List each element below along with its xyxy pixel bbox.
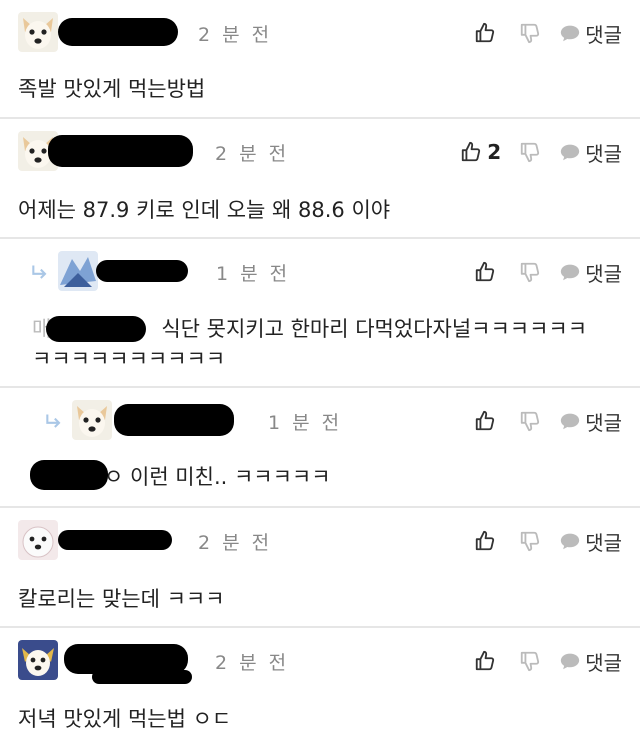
thumbs-up-icon [474,410,496,432]
like-button[interactable] [474,530,501,552]
username-redacted [58,530,172,550]
dislike-button[interactable] [519,141,541,163]
like-button[interactable] [474,650,501,672]
comment-text: 칼로리는 맞는데 ㅋㅋㅋ [18,587,225,611]
reply-button[interactable]: 댓글 [559,407,622,436]
reply-label: 댓글 [585,261,622,286]
reply-arrow-icon [44,412,64,432]
reply-label: 댓글 [585,530,622,555]
comment-item: 2 분 전 댓글 칼로리는 맞는데 ㅋㅋㅋ [0,508,640,628]
username-redacted [58,18,178,46]
dislike-button[interactable] [519,530,541,552]
avatar[interactable] [72,400,112,440]
reply-arrow-icon [30,263,50,283]
like-count: 2 [487,140,502,164]
thumbs-down-icon [519,141,541,163]
timestamp: 1 분 전 [268,412,343,434]
reply-label: 댓글 [585,141,622,166]
comment-text-line2: ㅋㅋㅋㅋㅋㅋㅋㅋㅋㅋ [32,347,226,371]
thumbs-up-icon [474,261,496,283]
speech-bubble-icon [559,261,581,283]
comment-text: 어제는 87.9 키로 인데 오늘 왜 88.6 이야 [18,198,391,222]
dislike-button[interactable] [519,650,541,672]
text-redaction [30,460,108,490]
timestamp: 1 분 전 [216,263,291,285]
reply-label: 댓글 [585,410,622,435]
speech-bubble-icon [559,530,581,552]
thumbs-up-icon [474,650,496,672]
reply-label: 댓글 [585,650,622,675]
reply-label: 댓글 [585,22,622,47]
speech-bubble-icon [559,141,581,163]
thumbs-down-icon [519,22,541,44]
timestamp: 2 분 전 [215,143,290,165]
username-redacted [96,260,188,282]
thumbs-down-icon [519,530,541,552]
reply-button[interactable]: 댓글 [559,647,622,676]
comment-text-line1: 식단 못지키고 한마리 다먹었다자널ㅋㅋㅋㅋㅋㅋ [161,317,588,341]
thumbs-up-icon [474,22,496,44]
comment-item: 2 분 전 2 댓글 어제는 87.9 키로 인데 오늘 왜 88.6 이야 [0,119,640,239]
thumbs-down-icon [519,410,541,432]
reply-button[interactable]: 댓글 [559,19,622,48]
reply-button[interactable]: 댓글 [559,258,622,287]
thumbs-down-icon [519,261,541,283]
timestamp: 2 분 전 [198,24,273,46]
username-redacted [92,670,192,684]
comment-text: ㅇ 이런 미친.. ㅋㅋㅋㅋㅋ [104,465,331,489]
text-redaction [46,316,146,342]
speech-bubble-icon [559,22,581,44]
dislike-button[interactable] [519,261,541,283]
avatar[interactable] [18,640,58,680]
comment-text: 저녁 맛있게 먹는법 ㅇㄷ [18,707,232,731]
speech-bubble-icon [559,650,581,672]
reply-button[interactable]: 댓글 [559,527,622,556]
username-redacted [48,135,193,167]
dislike-button[interactable] [519,22,541,44]
reply-comment-item: 1 분 전 댓글 매 식단 못지키고 한마리 다먹었다자널ㅋㅋㅋㅋㅋㅋ ㅋㅋㅋㅋㅋ… [0,239,640,388]
avatar[interactable] [18,12,58,52]
avatar[interactable] [58,251,98,291]
avatar[interactable] [18,520,58,560]
thumbs-up-icon [474,530,496,552]
like-button[interactable] [474,261,501,283]
like-button[interactable] [474,410,501,432]
comment-item: 2 분 전 댓글 저녁 맛있게 먹는법 ㅇㄷ [0,628,640,750]
dislike-button[interactable] [519,410,541,432]
timestamp: 2 분 전 [198,532,273,554]
username-redacted [114,404,234,436]
thumbs-down-icon [519,650,541,672]
thumbs-up-icon [460,141,482,163]
reply-comment-item: 1 분 전 댓글 ㅇ 이런 미친.. ㅋㅋㅋㅋㅋ [0,388,640,508]
timestamp: 2 분 전 [215,652,290,674]
speech-bubble-icon [559,410,581,432]
reply-button[interactable]: 댓글 [559,138,622,167]
like-button[interactable]: 2 [460,140,501,164]
comment-list: 2 분 전 댓글 족발 맛있게 먹는방법 2 분 전 2 댓글 어제는 87.9… [0,0,640,750]
comment-item: 2 분 전 댓글 족발 맛있게 먹는방법 [0,0,640,119]
comment-text: 족발 맛있게 먹는방법 [18,77,206,101]
like-button[interactable] [474,22,501,44]
